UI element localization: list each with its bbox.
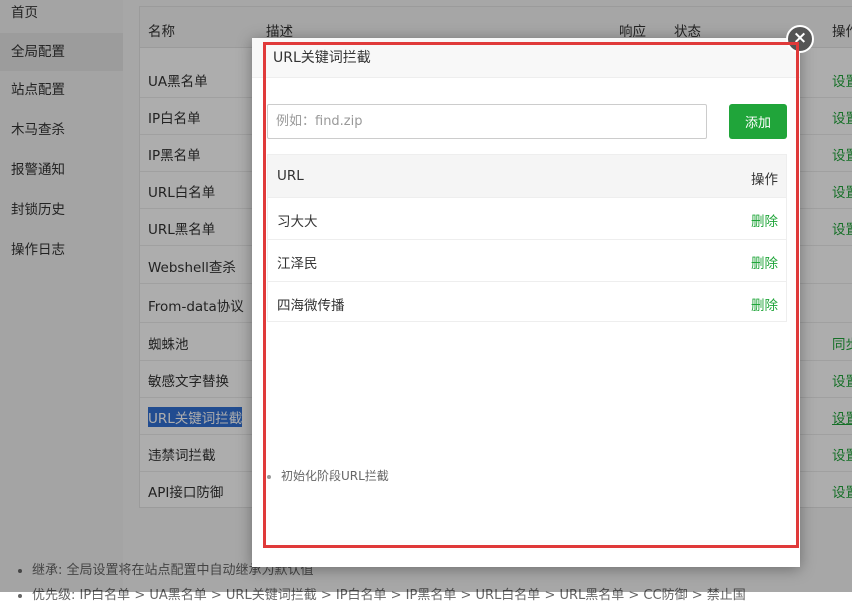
close-icon[interactable]: × (786, 25, 814, 53)
header-ops: 操作 (751, 172, 778, 188)
bullet-icon (267, 474, 271, 479)
url-keyword-input[interactable] (267, 104, 707, 139)
url-value: 江泽民 (277, 256, 318, 272)
table-row: 江泽民 删除 (268, 240, 786, 282)
add-button[interactable]: 添加 (729, 104, 787, 139)
url-table-header: URL 操作 (268, 155, 786, 198)
hint-label: 初始化阶段URL拦截 (281, 469, 389, 483)
url-value: 四海微传播 (277, 298, 345, 314)
modal-title: URL关键词拦截 (252, 38, 800, 78)
delete-link[interactable]: 删除 (751, 294, 778, 314)
url-value: 习大大 (277, 214, 318, 230)
table-row: 四海微传播 删除 (268, 282, 786, 324)
hint-text: 初始化阶段URL拦截 (267, 467, 389, 484)
delete-link[interactable]: 删除 (751, 210, 778, 230)
url-table: URL 操作 习大大 删除 江泽民 删除 四海微传播 删除 (267, 154, 787, 322)
url-keyword-modal: URL关键词拦截 添加 URL 操作 习大大 删除 江泽民 删除 四海微传播 删… (252, 38, 800, 567)
header-url: URL (277, 168, 304, 184)
delete-link[interactable]: 删除 (751, 252, 778, 272)
table-row: 习大大 删除 (268, 198, 786, 240)
